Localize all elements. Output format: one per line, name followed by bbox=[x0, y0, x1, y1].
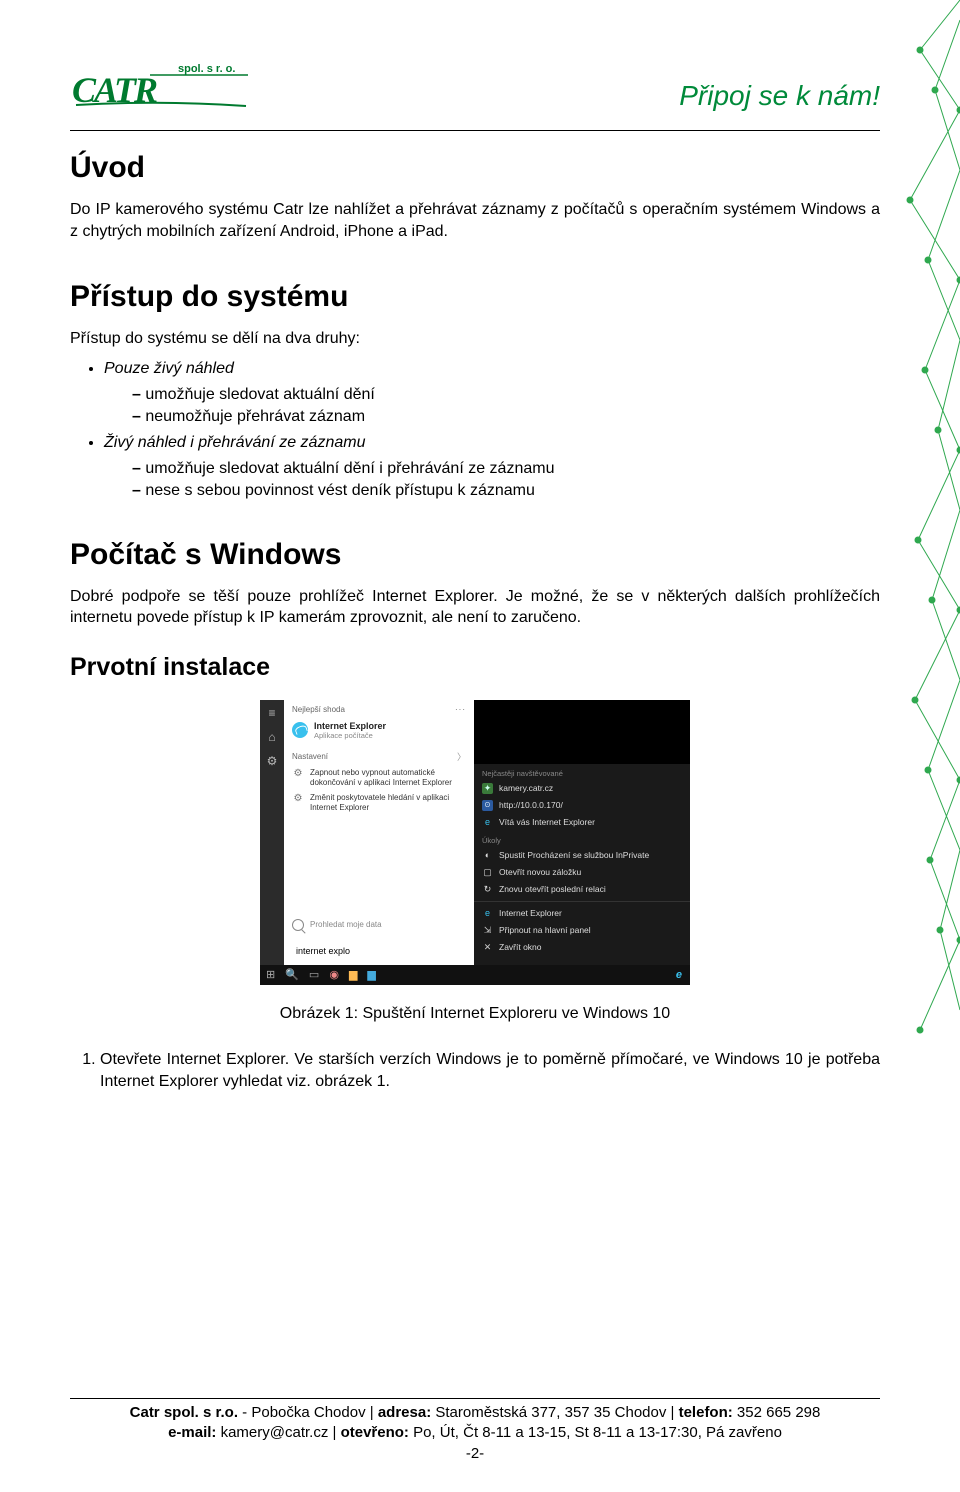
pristup-item-1-sub: umožňuje sledovat aktuální dění neumožňu… bbox=[104, 386, 880, 426]
gear-icon: ⚙ bbox=[292, 768, 304, 780]
search-icon bbox=[292, 919, 304, 931]
taskview-icon: ▭ bbox=[309, 968, 319, 981]
pristup-item-2: Živý náhled i přehrávání ze záznamu umož… bbox=[104, 434, 880, 500]
ie-icon: e bbox=[482, 908, 493, 919]
inprivate-icon: ◐ bbox=[482, 850, 493, 861]
windows-screenshot-figure: ≡ ⌂ ⚙ Nejlepší shoda··· Internet Explore… bbox=[260, 700, 690, 985]
pristup-list: Pouze živý náhled umožňuje sledovat aktu… bbox=[70, 360, 880, 500]
page-footer: Catr spol. s r.o. - Pobočka Chodov | adr… bbox=[70, 1398, 880, 1463]
search-result-app: Internet Explorer Aplikace počítače bbox=[284, 717, 474, 744]
heading-instalace: Prvotní instalace bbox=[70, 653, 880, 682]
install-step-1: Otevřete Internet Explorer. Ve starších … bbox=[100, 1049, 880, 1092]
pristup-item-2-sub: umožňuje sledovat aktuální dění i přehrá… bbox=[104, 460, 880, 500]
heading-uvod: Úvod bbox=[70, 151, 880, 185]
footer-line-2: e-mail: kamery@catr.cz | otevřeno: Po, Ú… bbox=[70, 1423, 880, 1443]
catr-logo: spol. s r. o. CATR bbox=[70, 60, 250, 112]
home-icon: ⌂ bbox=[268, 730, 275, 744]
heading-pristup: Přístup do systému bbox=[70, 280, 880, 314]
browser-icon: ◉ bbox=[329, 968, 339, 981]
page-header: spol. s r. o. CATR Připoj se k nám! bbox=[70, 60, 880, 112]
footer-line-1: Catr spol. s r.o. - Pobočka Chodov | adr… bbox=[70, 1403, 880, 1423]
folder-icon: ▆ bbox=[349, 968, 357, 981]
site-icon: ʘ bbox=[482, 800, 493, 811]
ie-taskbar-icon: e bbox=[676, 969, 682, 981]
jumplist-panel: Nejčastěji navštěvované ✦kamery.catr.cz … bbox=[474, 764, 690, 965]
slogan: Připoj se k nám! bbox=[679, 80, 880, 112]
pristup-item-1: Pouze živý náhled umožňuje sledovat aktu… bbox=[104, 360, 880, 426]
page-number: -2- bbox=[70, 1445, 880, 1462]
start-leftbar: ≡ ⌂ ⚙ bbox=[260, 700, 284, 965]
page-content: spol. s r. o. CATR Připoj se k nám! Úvod… bbox=[0, 0, 960, 1492]
close-icon: ✕ bbox=[482, 942, 493, 953]
hamburger-icon: ≡ bbox=[268, 706, 275, 720]
footer-rule bbox=[70, 1398, 880, 1399]
heading-windows: Počítač s Windows bbox=[70, 538, 880, 572]
pristup-intro: Přístup do systému se dělí na dva druhy: bbox=[70, 328, 880, 350]
svg-text:spol. s r. o.: spol. s r. o. bbox=[178, 63, 235, 75]
app-icon: ▆ bbox=[367, 968, 375, 981]
uvod-paragraph: Do IP kamerového systému Catr lze nahlíž… bbox=[70, 199, 880, 242]
search-icon: 🔍 bbox=[285, 968, 299, 981]
chevron-right-icon: 〉 bbox=[457, 750, 466, 763]
windows-paragraph: Dobré podpoře se těší pouze prohlížeč In… bbox=[70, 586, 880, 629]
figure-caption: Obrázek 1: Spuštění Internet Exploreru v… bbox=[70, 1005, 880, 1023]
newtab-icon: ▢ bbox=[482, 867, 493, 878]
search-input-typed: internet explo bbox=[292, 943, 466, 959]
decorative-pattern bbox=[890, 0, 960, 1040]
start-search-panel: Nejlepší shoda··· Internet Explorer Apli… bbox=[284, 700, 474, 965]
install-steps: Otevřete Internet Explorer. Ve starších … bbox=[70, 1049, 880, 1092]
ie-icon bbox=[292, 722, 308, 738]
gear-icon: ⚙ bbox=[267, 754, 278, 768]
windows-icon: ⊞ bbox=[266, 968, 275, 981]
header-rule bbox=[70, 130, 880, 131]
ie-icon: e bbox=[482, 817, 493, 828]
pin-icon: ⇲ bbox=[482, 925, 493, 936]
site-icon: ✦ bbox=[482, 783, 493, 794]
reopen-icon: ↻ bbox=[482, 884, 493, 895]
taskbar: ⊞ 🔍 ▭ ◉ ▆ ▆ e bbox=[260, 965, 690, 985]
gear-icon: ⚙ bbox=[292, 793, 304, 805]
